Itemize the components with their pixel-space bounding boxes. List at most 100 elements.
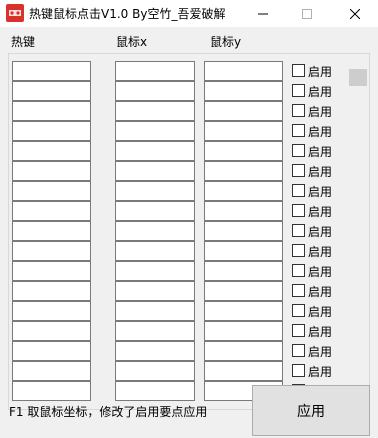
minimize-icon [258, 13, 268, 14]
mouse-x-input[interactable] [115, 341, 195, 361]
enable-checkbox[interactable] [292, 284, 305, 297]
mouse-x-input[interactable] [115, 121, 195, 141]
mouse-y-input[interactable] [204, 281, 283, 301]
mouse-x-input[interactable] [115, 81, 195, 101]
enable-label[interactable]: 启用 [308, 283, 332, 300]
hotkey-list-panel[interactable]: 启用启用启用启用启用启用启用启用启用启用启用启用启用启用启用启用启用 [8, 53, 370, 410]
close-button[interactable] [332, 0, 378, 27]
hotkey-input[interactable] [12, 61, 91, 81]
enable-label[interactable]: 启用 [308, 203, 332, 220]
enable-checkbox[interactable] [292, 244, 305, 257]
mouse-x-column-header: 鼠标x [116, 35, 148, 49]
minimize-button[interactable] [240, 0, 286, 27]
enable-checkbox[interactable] [292, 164, 305, 177]
hotkey-input[interactable] [12, 341, 91, 361]
table-row: 启用 [9, 161, 349, 181]
enable-label[interactable]: 启用 [308, 223, 332, 240]
mouse-x-input[interactable] [115, 61, 195, 81]
enable-label[interactable]: 启用 [308, 243, 332, 260]
enable-checkbox[interactable] [292, 124, 305, 137]
enable-label[interactable]: 启用 [308, 103, 332, 120]
mouse-y-input[interactable] [204, 301, 283, 321]
table-row: 启用 [9, 321, 349, 341]
hotkey-input[interactable] [12, 381, 91, 401]
hotkey-input[interactable] [12, 361, 91, 381]
hotkey-input[interactable] [12, 201, 91, 221]
enable-label[interactable]: 启用 [308, 63, 332, 80]
hotkey-input[interactable] [12, 261, 91, 281]
mouse-x-input[interactable] [115, 221, 195, 241]
mouse-y-input[interactable] [204, 341, 283, 361]
mouse-x-input[interactable] [115, 241, 195, 261]
close-icon [350, 8, 360, 19]
table-row: 启用 [9, 81, 349, 101]
enable-checkbox[interactable] [292, 104, 305, 117]
enable-label[interactable]: 启用 [308, 303, 332, 320]
mouse-y-input[interactable] [204, 81, 283, 101]
hotkey-input[interactable] [12, 281, 91, 301]
mouse-x-input[interactable] [115, 101, 195, 121]
enable-label[interactable]: 启用 [308, 183, 332, 200]
hotkey-input[interactable] [12, 81, 91, 101]
mouse-x-input[interactable] [115, 201, 195, 221]
mouse-y-input[interactable] [204, 241, 283, 261]
mouse-y-input[interactable] [204, 221, 283, 241]
mouse-y-input[interactable] [204, 61, 283, 81]
mouse-x-input[interactable] [115, 321, 195, 341]
hotkey-input[interactable] [12, 101, 91, 121]
mouse-y-input[interactable] [204, 201, 283, 221]
enable-label[interactable]: 启用 [308, 323, 332, 340]
mouse-x-input[interactable] [115, 301, 195, 321]
mouse-x-input[interactable] [115, 361, 195, 381]
hotkey-input[interactable] [12, 181, 91, 201]
mouse-x-input[interactable] [115, 161, 195, 181]
mouse-x-input[interactable] [115, 141, 195, 161]
enable-checkbox[interactable] [292, 264, 305, 277]
enable-label[interactable]: 启用 [308, 343, 332, 360]
enable-label[interactable]: 启用 [308, 363, 332, 380]
hotkey-input[interactable] [12, 121, 91, 141]
enable-label[interactable]: 启用 [308, 163, 332, 180]
enable-checkbox[interactable] [292, 344, 305, 357]
enable-checkbox[interactable] [292, 184, 305, 197]
mouse-x-input[interactable] [115, 381, 195, 401]
mouse-y-input[interactable] [204, 121, 283, 141]
enable-checkbox[interactable] [292, 364, 305, 377]
mouse-x-input[interactable] [115, 181, 195, 201]
hotkey-input[interactable] [12, 321, 91, 341]
hotkey-input[interactable] [12, 161, 91, 181]
hotkey-input[interactable] [12, 241, 91, 261]
table-row: 启用 [9, 261, 349, 281]
table-row: 启用 [9, 61, 349, 81]
mouse-x-input[interactable] [115, 261, 195, 281]
mouse-y-input[interactable] [204, 101, 283, 121]
enable-checkbox[interactable] [292, 84, 305, 97]
scrollbar-thumb[interactable] [349, 69, 367, 86]
enable-label[interactable]: 启用 [308, 263, 332, 280]
enable-checkbox[interactable] [292, 224, 305, 237]
enable-label[interactable]: 启用 [308, 83, 332, 100]
enable-checkbox[interactable] [292, 64, 305, 77]
mouse-y-input[interactable] [204, 141, 283, 161]
mouse-y-input[interactable] [204, 361, 283, 381]
mouse-y-input[interactable] [204, 161, 283, 181]
maximize-button[interactable] [284, 0, 330, 27]
hotkey-input[interactable] [12, 301, 91, 321]
apply-button[interactable]: 应用 [252, 385, 370, 436]
enable-checkbox[interactable] [292, 324, 305, 337]
hotkey-input[interactable] [12, 221, 91, 241]
mouse-x-input[interactable] [115, 281, 195, 301]
hotkey-column-header: 热键 [11, 35, 36, 49]
enable-checkbox[interactable] [292, 204, 305, 217]
table-row: 启用 [9, 221, 349, 241]
enable-checkbox[interactable] [292, 144, 305, 157]
enable-label[interactable]: 启用 [308, 123, 332, 140]
mouse-y-input[interactable] [204, 181, 283, 201]
mouse-y-input[interactable] [204, 321, 283, 341]
enable-checkbox[interactable] [292, 304, 305, 317]
hotkey-input[interactable] [12, 141, 91, 161]
table-row: 启用 [9, 341, 349, 361]
vertical-scrollbar[interactable] [347, 54, 369, 409]
enable-label[interactable]: 启用 [308, 143, 332, 160]
mouse-y-input[interactable] [204, 261, 283, 281]
